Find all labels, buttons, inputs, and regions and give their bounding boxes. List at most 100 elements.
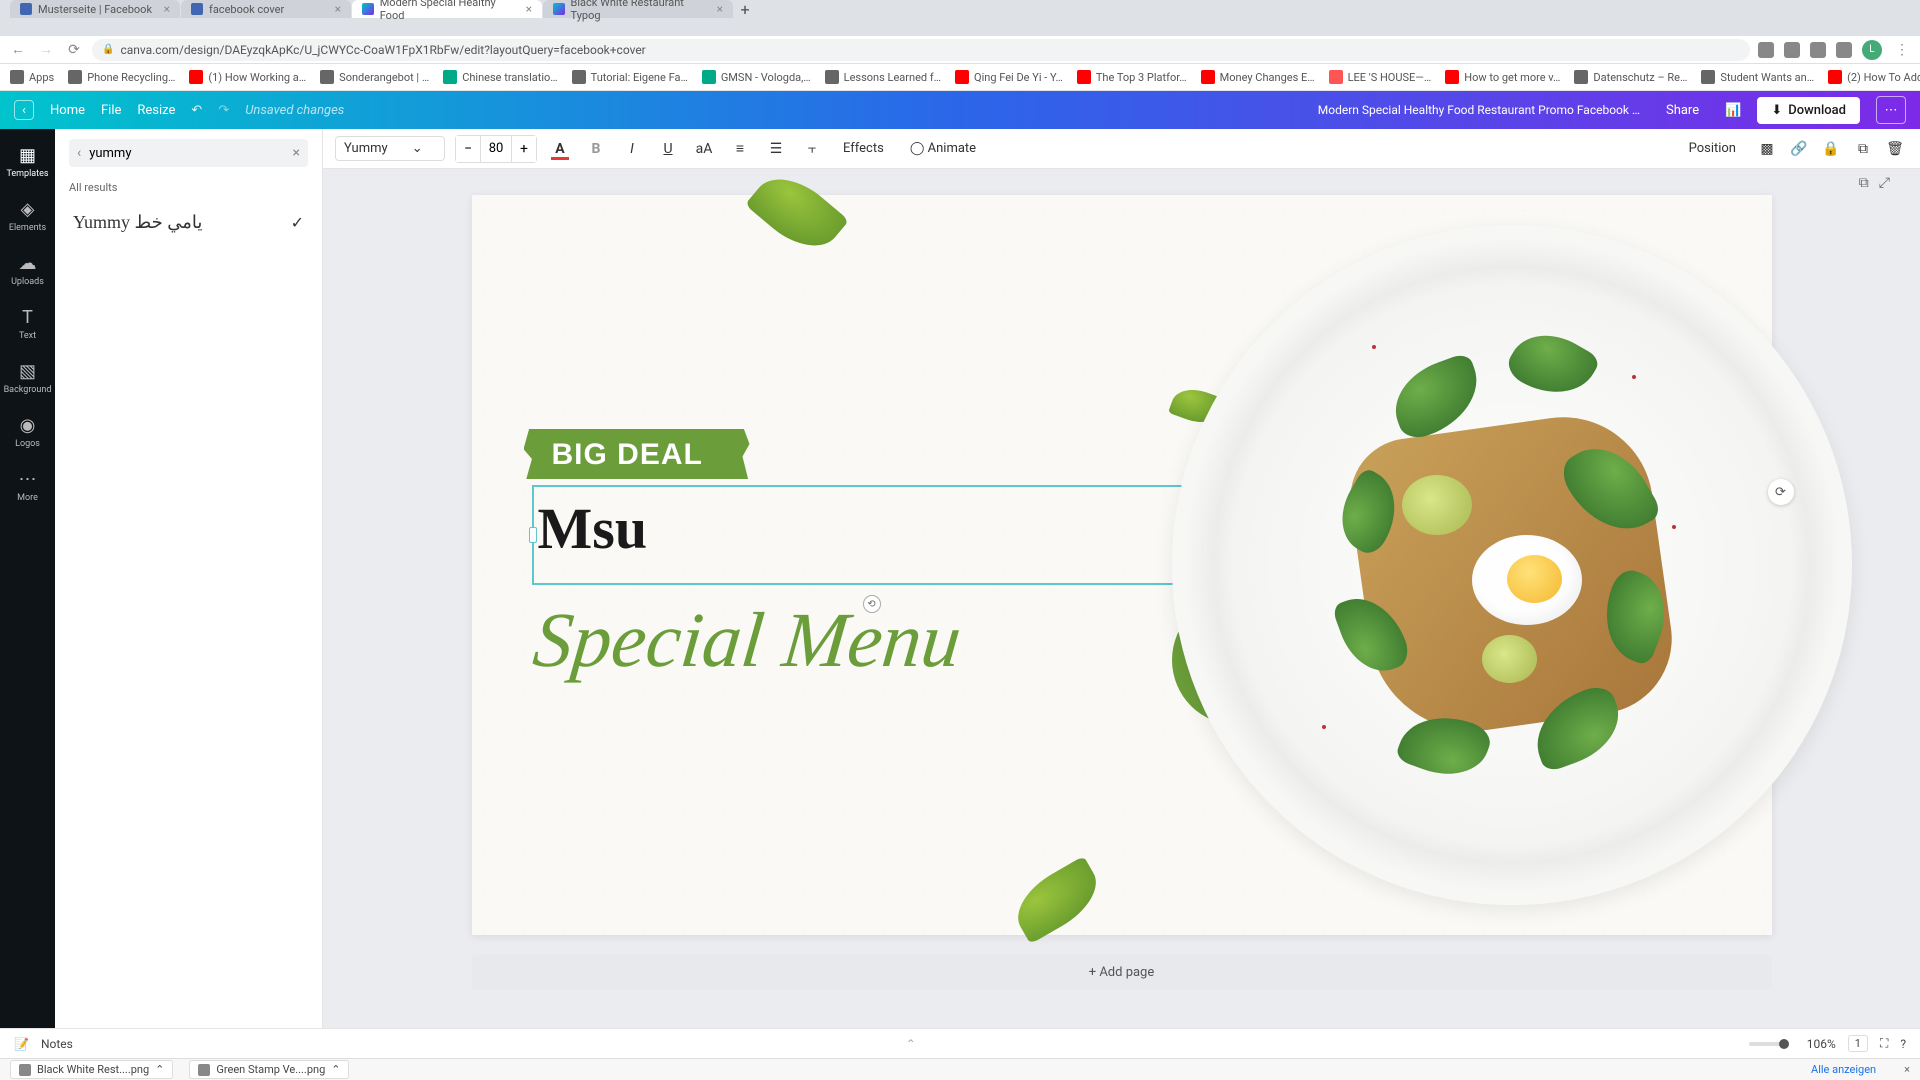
refresh-element-icon[interactable]: ⟳	[1768, 479, 1794, 505]
download-item[interactable]: Green Stamp Ve....png⌃	[189, 1060, 349, 1079]
bookmark-item[interactable]: GMSN - Vologda,…	[702, 70, 811, 84]
new-tab-button[interactable]: +	[734, 0, 756, 18]
effects-button[interactable]: Effects	[835, 137, 892, 160]
bookmark-item[interactable]: Datenschutz – Re…	[1574, 70, 1687, 84]
font-size-stepper[interactable]: − +	[455, 135, 537, 163]
undo-button[interactable]: ↶	[191, 103, 202, 118]
extension-icon[interactable]	[1810, 42, 1826, 58]
rail-elements[interactable]: ◈Elements	[0, 191, 55, 241]
browser-tab[interactable]: Musterseite | Facebook×	[10, 0, 180, 18]
duplicate-icon[interactable]: ⧉	[1850, 136, 1876, 162]
case-button[interactable]: aA	[691, 136, 717, 162]
big-deal-text[interactable]: BIG DEAL	[552, 438, 703, 472]
text-color-button[interactable]: A	[547, 136, 573, 162]
rail-uploads[interactable]: ☁Uploads	[0, 245, 55, 295]
forward-button[interactable]: →	[36, 40, 56, 60]
font-family-select[interactable]: Yummy⌄	[335, 136, 445, 161]
close-shelf-icon[interactable]: ×	[1904, 1063, 1910, 1076]
spacing-button[interactable]: ⫟	[799, 136, 825, 162]
animate-button[interactable]: ◯ Animate	[902, 137, 984, 160]
download-item[interactable]: Black White Rest....png⌃	[10, 1060, 173, 1079]
underline-button[interactable]: U	[655, 136, 681, 162]
link-icon[interactable]: 🔗	[1786, 136, 1812, 162]
resize-handle-left[interactable]	[529, 527, 537, 543]
address-bar[interactable]: 🔒 canva.com/design/DAEyzqkApKc/U_jCWYCc-…	[92, 39, 1750, 61]
chevron-up-icon[interactable]: ⌃	[155, 1063, 164, 1076]
bookmark-item[interactable]: Sonderangebot | …	[320, 70, 429, 84]
special-menu-text[interactable]: Special Menu	[529, 595, 965, 685]
bookmark-item[interactable]: Student Wants an…	[1701, 70, 1814, 84]
chevron-up-icon[interactable]: ⌃	[331, 1063, 340, 1076]
file-menu[interactable]: File	[101, 103, 121, 118]
font-search[interactable]: ‹ ×	[69, 139, 308, 167]
share-button[interactable]: Share	[1656, 98, 1709, 123]
document-title[interactable]: Modern Special Healthy Food Restaurant P…	[1318, 103, 1640, 117]
notes-button[interactable]: Notes	[41, 1037, 73, 1051]
show-all-downloads[interactable]: Alle anzeigen	[1811, 1063, 1876, 1076]
extension-icon[interactable]	[1758, 42, 1774, 58]
back-chevron-icon[interactable]: ‹	[77, 145, 81, 161]
chrome-menu-icon[interactable]: ⋮	[1892, 40, 1912, 60]
list-button[interactable]: ☰	[763, 136, 789, 162]
rail-more[interactable]: ⋯More	[0, 461, 55, 511]
font-search-input[interactable]	[89, 146, 284, 161]
zoom-value[interactable]: 106%	[1807, 1037, 1836, 1051]
page-count[interactable]: 1	[1848, 1035, 1868, 1052]
back-button[interactable]: ←	[8, 40, 28, 60]
delete-icon[interactable]: 🗑	[1882, 136, 1908, 162]
resize-menu[interactable]: Resize	[137, 103, 175, 118]
close-icon[interactable]: ×	[717, 2, 723, 16]
font-size-input[interactable]	[480, 136, 512, 162]
bold-button[interactable]: B	[583, 136, 609, 162]
bookmark-item[interactable]: LEE 'S HOUSE—…	[1329, 70, 1432, 84]
bookmark-item[interactable]: Qing Fei De Yi - Y…	[955, 70, 1063, 84]
add-page-button[interactable]: + Add page	[472, 955, 1772, 990]
design-canvas[interactable]: BIG DEAL ⟲ Msu Special Menu Promo 35% Of…	[472, 195, 1772, 935]
bookmark-item[interactable]: The Top 3 Platfor…	[1077, 70, 1187, 84]
page-up-handle[interactable]: ⌃	[906, 1037, 916, 1051]
rail-text[interactable]: TText	[0, 299, 55, 349]
extension-icon[interactable]	[1784, 42, 1800, 58]
close-icon[interactable]: ×	[335, 2, 341, 16]
bookmark-item[interactable]: (1) How Working a…	[189, 70, 306, 84]
browser-tab-active[interactable]: Modern Special Healthy Food×	[352, 0, 542, 18]
extension-icon[interactable]	[1836, 42, 1852, 58]
bookmark-item[interactable]: (2) How To Add A…	[1828, 70, 1920, 84]
position-button[interactable]: Position	[1681, 137, 1744, 160]
apps-button[interactable]: Apps	[10, 70, 54, 84]
rail-templates[interactable]: ▦Templates	[0, 137, 55, 187]
rail-logos[interactable]: ◉Logos	[0, 407, 55, 457]
insights-icon[interactable]: 📊	[1725, 103, 1741, 118]
clear-search-icon[interactable]: ×	[293, 145, 300, 161]
notes-icon[interactable]: 📝	[14, 1037, 29, 1051]
fullscreen-icon[interactable]: ⛶	[1880, 1036, 1888, 1051]
bookmark-item[interactable]: Chinese translatio…	[443, 70, 557, 84]
font-result-row[interactable]: Yummy يامي خط ✓	[69, 204, 308, 241]
copy-page-icon[interactable]: ⧉	[1859, 175, 1869, 191]
more-menu-button[interactable]: ⋯	[1876, 96, 1906, 124]
transparency-icon[interactable]: ▩	[1754, 136, 1780, 162]
browser-tab[interactable]: facebook cover×	[181, 0, 351, 18]
bookmark-item[interactable]: Tutorial: Eigene Fa…	[572, 70, 688, 84]
decrease-size-button[interactable]: −	[456, 136, 480, 162]
lock-element-icon[interactable]: 🔒	[1818, 136, 1844, 162]
close-icon[interactable]: ×	[164, 2, 170, 16]
bookmark-item[interactable]: How to get more v…	[1445, 70, 1560, 84]
download-button[interactable]: ⬇Download	[1757, 97, 1860, 124]
back-home-icon[interactable]: ‹	[14, 100, 34, 120]
redo-button[interactable]: ↷	[218, 103, 229, 118]
home-link[interactable]: Home	[50, 103, 85, 118]
textbox-content[interactable]: Msu	[538, 495, 648, 562]
reload-button[interactable]: ⟳	[64, 40, 84, 60]
bookmark-item[interactable]: Money Changes E…	[1201, 70, 1315, 84]
profile-avatar[interactable]: L	[1862, 40, 1882, 60]
italic-button[interactable]: I	[619, 136, 645, 162]
zoom-slider[interactable]	[1749, 1042, 1789, 1046]
expand-page-icon[interactable]: ⤢	[1879, 175, 1890, 191]
browser-tab[interactable]: Black White Restaurant Typog×	[543, 0, 733, 18]
help-icon[interactable]: ?	[1900, 1037, 1906, 1051]
bookmark-item[interactable]: Lessons Learned f…	[825, 70, 941, 84]
rail-background[interactable]: ▧Background	[0, 353, 55, 403]
bookmark-item[interactable]: Phone Recycling…	[68, 70, 175, 84]
increase-size-button[interactable]: +	[512, 136, 536, 162]
